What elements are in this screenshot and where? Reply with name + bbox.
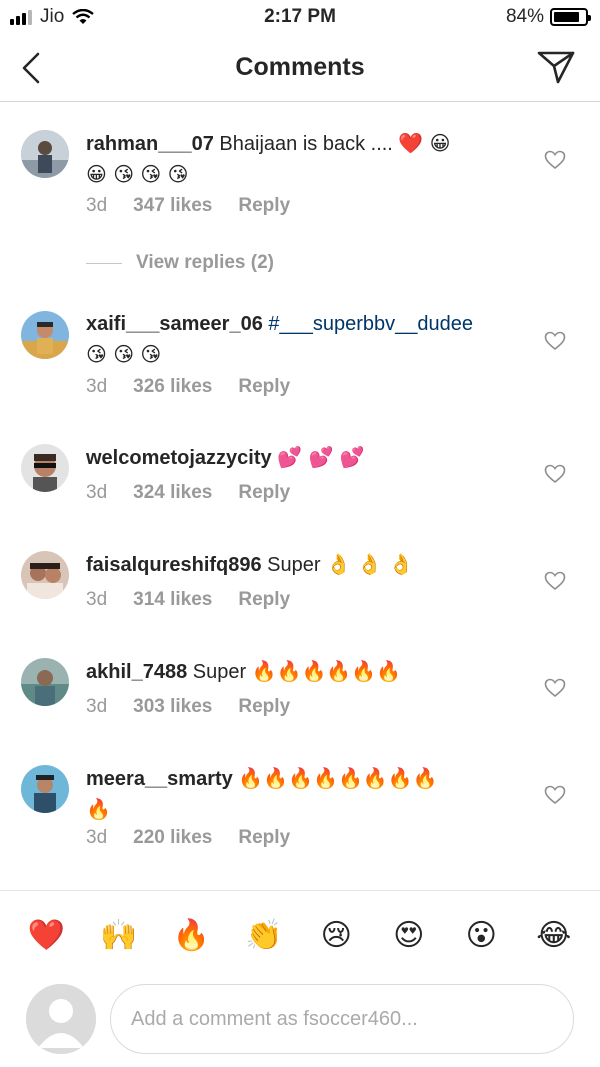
page-title: Comments — [235, 53, 365, 81]
comment-text: meera__smarty 🔥🔥🔥🔥🔥🔥🔥🔥 🔥 — [86, 763, 526, 825]
hashtag-link[interactable]: #___superbbv__dudee — [268, 313, 473, 335]
avatar[interactable] — [21, 551, 69, 599]
comment-meta: 3d 220 likes Reply — [86, 827, 290, 849]
reaction-clapping[interactable]: 👏 — [238, 918, 290, 953]
battery-fill — [554, 12, 580, 22]
comment-likes[interactable]: 303 likes — [133, 696, 212, 718]
comment-emojis: 👌 👌 👌 — [326, 552, 414, 576]
comment-username[interactable]: welcometojazzycity — [86, 447, 272, 469]
comment-likes[interactable]: 347 likes — [133, 195, 212, 217]
comment-username[interactable]: faisalqureshifq896 — [86, 554, 262, 576]
comment-content: Super — [187, 661, 252, 683]
paper-plane-icon[interactable] — [536, 49, 576, 85]
comment-likes[interactable]: 314 likes — [133, 589, 212, 611]
comment-text: xaifi___sameer_06 #___superbbv__dudee 😘 … — [86, 309, 526, 370]
comment-emojis: 💕 💕 💕 — [277, 445, 365, 469]
reaction-laughing[interactable]: 😂 — [528, 918, 580, 953]
comment-item: meera__smarty 🔥🔥🔥🔥🔥🔥🔥🔥 🔥 3d 220 likes Re… — [0, 763, 600, 863]
comment-meta: 3d 314 likes Reply — [86, 589, 290, 611]
comment-username[interactable]: akhil_7488 — [86, 661, 187, 683]
comment-item: faisalqureshifq896 Super 👌 👌 👌 3d 314 li… — [0, 549, 600, 629]
reply-button[interactable]: Reply — [238, 482, 290, 504]
avatar[interactable] — [21, 658, 69, 706]
comment-item: rahman___07 Bhaijaan is back .... ❤️ 😀 😀… — [0, 128, 600, 238]
heart-icon[interactable] — [544, 464, 566, 484]
comment-time: 3d — [86, 696, 108, 717]
comment-time: 3d — [86, 376, 108, 397]
comment-item: xaifi___sameer_06 #___superbbv__dudee 😘 … — [0, 309, 600, 409]
reaction-crying[interactable]: 😢 — [310, 918, 362, 953]
view-replies-button[interactable]: View replies (2) — [86, 252, 274, 274]
avatar[interactable] — [21, 311, 69, 359]
comment-content: Super — [261, 554, 327, 576]
comment-username[interactable]: rahman___07 — [86, 133, 214, 155]
battery-icon — [550, 8, 591, 26]
status-bar: Jio 2:17 PM 84% — [0, 0, 600, 34]
comment-text: akhil_7488 Super 🔥🔥🔥🔥🔥🔥 — [86, 656, 526, 687]
comment-meta: 3d 347 likes Reply — [86, 195, 290, 217]
comment-meta: 3d 303 likes Reply — [86, 696, 290, 718]
comment-text: welcometojazzycity 💕 💕 💕 — [86, 442, 526, 473]
comment-item: welcometojazzycity 💕 💕 💕 3d 324 likes Re… — [0, 442, 600, 522]
comment-composer — [0, 982, 600, 1062]
reply-button[interactable]: Reply — [238, 827, 290, 849]
comment-input[interactable] — [110, 984, 574, 1054]
comment-emojis: 🔥🔥🔥🔥🔥🔥🔥🔥 — [238, 766, 438, 790]
chevron-left-icon[interactable] — [18, 50, 48, 86]
reaction-raised-hands[interactable]: 🙌 — [93, 918, 145, 953]
avatar[interactable] — [21, 130, 69, 178]
heart-icon[interactable] — [544, 678, 566, 698]
battery-percent: 84% — [505, 6, 544, 27]
comment-emojis-line2: 😀 😘 😘 😘 — [86, 162, 189, 186]
comment-username[interactable]: meera__smarty — [86, 768, 233, 790]
comment-item: akhil_7488 Super 🔥🔥🔥🔥🔥🔥 3d 303 likes Rep… — [0, 656, 600, 736]
heart-icon[interactable] — [544, 331, 566, 351]
view-replies-divider — [86, 262, 122, 264]
comment-likes[interactable]: 324 likes — [133, 482, 212, 504]
comment-time: 3d — [86, 827, 108, 848]
comment-meta: 3d 326 likes Reply — [86, 376, 290, 398]
comment-username[interactable]: xaifi___sameer_06 — [86, 313, 263, 335]
comment-time: 3d — [86, 482, 108, 503]
comment-emojis-line2: 😘 😘 😘 — [86, 342, 162, 366]
avatar[interactable] — [21, 765, 69, 813]
reply-button[interactable]: Reply — [238, 376, 290, 398]
reply-button[interactable]: Reply — [238, 589, 290, 611]
quick-reaction-bar: ❤️ 🙌 🔥 👏 😢 😍 😮 😂 — [0, 890, 600, 980]
view-replies-label: View replies (2) — [136, 252, 274, 273]
avatar[interactable] — [21, 444, 69, 492]
comment-likes[interactable]: 326 likes — [133, 376, 212, 398]
comment-emojis: ❤️ 😀 — [398, 131, 451, 155]
reply-button[interactable]: Reply — [238, 696, 290, 718]
reaction-heart-eyes[interactable]: 😍 — [383, 918, 435, 953]
comment-emojis: 🔥🔥🔥🔥🔥🔥 — [251, 659, 402, 683]
nav-bar: Comments — [0, 34, 600, 102]
heart-icon[interactable] — [544, 785, 566, 805]
comment-text: rahman___07 Bhaijaan is back .... ❤️ 😀 😀… — [86, 128, 526, 190]
heart-icon[interactable] — [544, 150, 566, 170]
reaction-surprised[interactable]: 😮 — [455, 918, 507, 953]
comment-emojis-line2: 🔥 — [86, 797, 111, 821]
comment-content: Bhaijaan is back .... — [213, 133, 393, 155]
comment-text: faisalqureshifq896 Super 👌 👌 👌 — [86, 549, 526, 580]
comment-likes[interactable]: 220 likes — [133, 827, 212, 849]
comment-meta: 3d 324 likes Reply — [86, 482, 290, 504]
reply-button[interactable]: Reply — [238, 195, 290, 217]
comment-time: 3d — [86, 589, 108, 610]
heart-icon[interactable] — [544, 571, 566, 591]
status-right: 84% — [505, 6, 591, 28]
user-avatar — [26, 984, 96, 1054]
comment-time: 3d — [86, 195, 108, 216]
reaction-fire[interactable]: 🔥 — [165, 918, 217, 953]
reaction-heart[interactable]: ❤️ — [20, 918, 72, 953]
